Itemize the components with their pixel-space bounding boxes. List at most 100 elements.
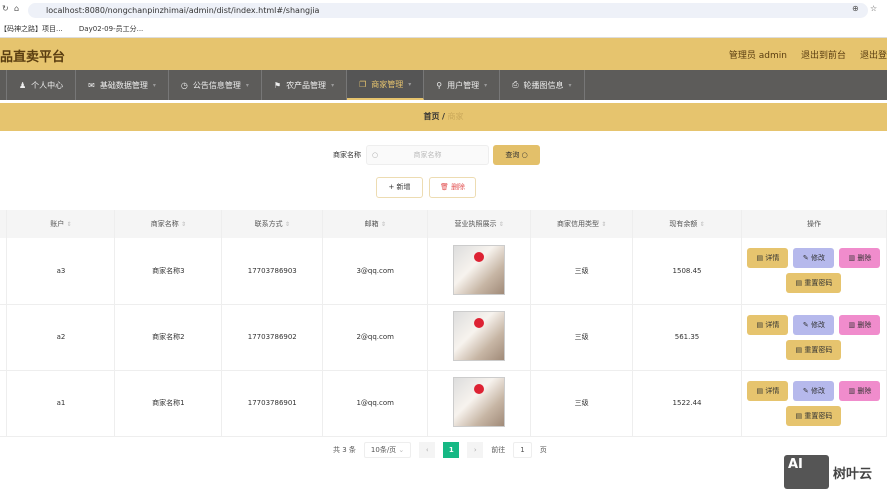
next-page-button[interactable]: › [467,442,484,458]
reload-icon[interactable]: ↻ [2,4,9,13]
edit-button[interactable]: ✎ 修改 [793,248,835,269]
cell-credit: 三级 [530,238,634,305]
sort-icon: ⇕ [380,221,386,228]
star-icon[interactable]: ☆ [870,4,877,13]
reset-password-button[interactable]: ▤ 重置密码 [786,405,842,426]
cell-name: 商家名称2 [114,304,223,371]
pagination: 共 3 条 10条/页 ⌄ ‹ 1 › 前往 1 页 [333,442,547,458]
nav-notice[interactable]: ◷ 公告信息管理 ▾ [169,70,262,100]
url-field[interactable]: localhost:8080/nongchanpinzhimai/admin/d… [28,3,868,18]
license-image[interactable] [453,311,506,361]
goto-label: 前往 [491,446,506,454]
zoom-icon[interactable]: ⊕ [852,4,859,13]
total-count: 共 3 条 [333,446,356,454]
col-actions: 操作 [741,210,887,238]
chevron-down-icon: ▾ [484,81,488,89]
nav-label: 公告信息管理 [192,80,241,90]
nav-products[interactable]: ⚑ 农产品管理 ▾ [262,70,348,100]
edit-button[interactable]: ✎ 修改 [793,380,835,401]
detail-button[interactable]: ▤ 详情 [747,380,789,401]
chevron-down-icon: ▾ [152,81,156,89]
delete-row-button[interactable]: ▥ 删除 [839,380,881,401]
col-account[interactable]: 账户 ⇕ [6,210,116,238]
user-icon: ♟ [19,80,27,90]
doc-icon: ▤ [795,279,803,288]
chevron-down-icon: ▾ [408,80,412,88]
search-button[interactable]: 查询 ○ [493,145,540,165]
watermark-text: 树叶云 [833,466,873,482]
col-balance[interactable]: 现有余额 ⇕ [632,210,742,238]
home-icon[interactable]: ⌂ [14,4,19,13]
license-image[interactable] [453,377,506,427]
clock-icon: ◷ [180,80,188,90]
cell-email: 2@qq.com [322,304,429,371]
cell-actions: ▤ 详情 ✎ 修改 ▥ 删除 ▤ 重置密码 [741,238,887,305]
cell-actions: ▤ 详情 ✎ 修改 ▥ 删除 ▤ 重置密码 [741,304,887,371]
cell-balance: 1508.45 [632,238,742,305]
sort-icon: ⇕ [180,221,186,228]
nav-carousel[interactable]: ⎙ 轮播图信息 ▾ [500,70,585,100]
col-license[interactable]: 营业执照展示 ⇕ [427,210,532,238]
main-nav: ♟ 个人中心 ✉ 基础数据管理 ▾ ◷ 公告信息管理 ▾ ⚑ 农产品管理 ▾ ❐ 商家管理 ▾ ⚲… [0,70,887,100]
cell-phone: 17703786902 [221,304,324,371]
bookmark[interactable]: Day02-09-员工分... [79,25,143,33]
cell-account: a1 [6,370,116,437]
trash-icon: ▥ [848,254,856,263]
delete-button[interactable]: 🗑︎ 删除 [429,177,476,198]
doc-icon: ▤ [795,345,803,354]
breadcrumb-separator: / [442,112,445,121]
cell-license [427,370,532,437]
bookmarks-bar: 【码神之路】项目... Day02-09-员工分... [0,20,887,38]
page-1-button[interactable]: 1 [443,442,460,458]
edit-button[interactable]: ✎ 修改 [793,314,835,335]
cell-license [427,304,532,371]
chevron-down-icon: ▾ [331,81,335,89]
copy-icon: ❐ [359,79,367,89]
delete-row-button[interactable]: ▥ 删除 [839,314,881,335]
delete-row-button[interactable]: ▥ 删除 [839,248,881,269]
detail-button[interactable]: ▤ 详情 [747,248,789,269]
reset-password-button[interactable]: ▤ 重置密码 [786,273,842,294]
nav-users[interactable]: ⚲ 用户管理 ▾ [424,70,501,100]
cell-email: 1@qq.com [322,370,429,437]
detail-button[interactable]: ▤ 详情 [747,314,789,335]
doc-icon: ▤ [756,320,764,329]
row-select [0,370,8,437]
search-icon: ○ [521,151,528,159]
bookmark[interactable]: 【码神之路】项目... [0,25,63,33]
cell-credit: 三级 [530,370,634,437]
col-email[interactable]: 邮箱 ⇕ [322,210,429,238]
cell-balance: 561.35 [632,304,742,371]
prev-page-button[interactable]: ‹ [419,442,436,458]
add-button[interactable]: + 新增 [376,177,423,198]
page-size-select[interactable]: 10条/页 ⌄ [363,442,412,458]
nav-label: 基础数据管理 [99,80,148,90]
cell-account: a2 [6,304,116,371]
pin-icon: ⚲ [436,80,443,90]
cell-balance: 1522.44 [632,370,742,437]
breadcrumb: 首页 / 商家 [0,103,887,131]
row-select [0,238,8,305]
chevron-down-icon: ▾ [568,81,572,89]
nav-personal-center[interactable]: ♟ 个人中心 [7,70,77,100]
license-image[interactable] [453,244,506,295]
nav-label: 商家管理 [371,79,404,89]
reset-password-button[interactable]: ▤ 重置密码 [786,339,842,360]
goto-input[interactable]: 1 [513,442,532,458]
print-icon: ⎙ [512,80,519,89]
col-phone[interactable]: 联系方式 ⇕ [221,210,324,238]
search-input[interactable]: ○ 商家名称 [366,145,489,165]
cell-phone: 17703786903 [221,238,324,305]
nav-base-data[interactable]: ✉ 基础数据管理 ▾ [76,70,169,100]
merchant-table: 账户 ⇕ 商家名称 ⇕ 联系方式 ⇕ 邮箱 ⇕ 营业执照展示 ⇕ 商家信用类型 … [0,210,887,437]
nav-label: 个人中心 [31,80,64,90]
nav-label: 轮播图信息 [523,80,564,90]
nav-merchants[interactable]: ❐ 商家管理 ▾ [347,70,425,100]
col-name[interactable]: 商家名称 ⇕ [114,210,223,238]
exit-to-front-link[interactable]: 退出到前台 [801,48,846,61]
col-credit[interactable]: 商家信用类型 ⇕ [530,210,634,238]
cell-license [427,238,532,305]
mail-icon: ✉ [88,80,95,90]
logout-link[interactable]: 退出登 [860,48,887,61]
breadcrumb-home[interactable]: 首页 [423,112,439,121]
